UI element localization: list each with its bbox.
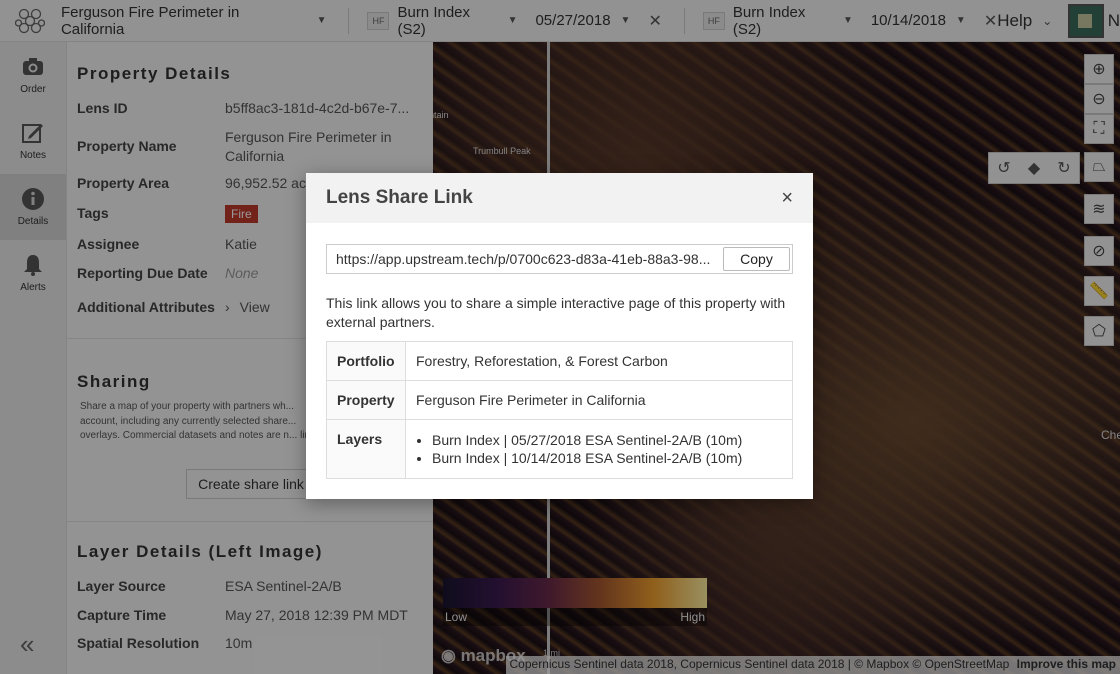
share-info-table: Portfolio Forestry, Reforestation, & For… xyxy=(326,341,793,479)
portfolio-label: Portfolio xyxy=(326,341,406,381)
list-item: Burn Index | 05/27/2018 ESA Sentinel-2A/… xyxy=(432,431,782,449)
layers-label: Layers xyxy=(326,419,406,479)
share-link-modal: Lens Share Link × https://app.upstream.t… xyxy=(306,173,813,499)
modal-description: This link allows you to share a simple i… xyxy=(326,295,786,330)
property-label: Property xyxy=(326,380,406,420)
share-link-field[interactable]: https://app.upstream.tech/p/0700c623-d83… xyxy=(326,244,793,274)
modal-header: Lens Share Link × xyxy=(306,173,813,223)
close-icon[interactable]: × xyxy=(781,187,793,210)
list-item: Burn Index | 10/14/2018 ESA Sentinel-2A/… xyxy=(432,449,782,467)
modal-title: Lens Share Link xyxy=(326,187,473,208)
portfolio-value: Forestry, Reforestation, & Forest Carbon xyxy=(405,341,793,381)
copy-button[interactable]: Copy xyxy=(723,247,790,271)
layers-value: Burn Index | 05/27/2018 ESA Sentinel-2A/… xyxy=(405,419,793,479)
layers-list: Burn Index | 05/27/2018 ESA Sentinel-2A/… xyxy=(416,431,782,467)
property-value: Ferguson Fire Perimeter in California xyxy=(405,380,793,420)
table-row: Property Ferguson Fire Perimeter in Cali… xyxy=(326,380,793,420)
app-root: Ferguson Fire Perimeter in California ▼ … xyxy=(0,0,1120,674)
table-row: Portfolio Forestry, Reforestation, & For… xyxy=(326,341,793,381)
share-link-text[interactable]: https://app.upstream.tech/p/0700c623-d83… xyxy=(327,251,723,267)
table-row: Layers Burn Index | 05/27/2018 ESA Senti… xyxy=(326,419,793,479)
